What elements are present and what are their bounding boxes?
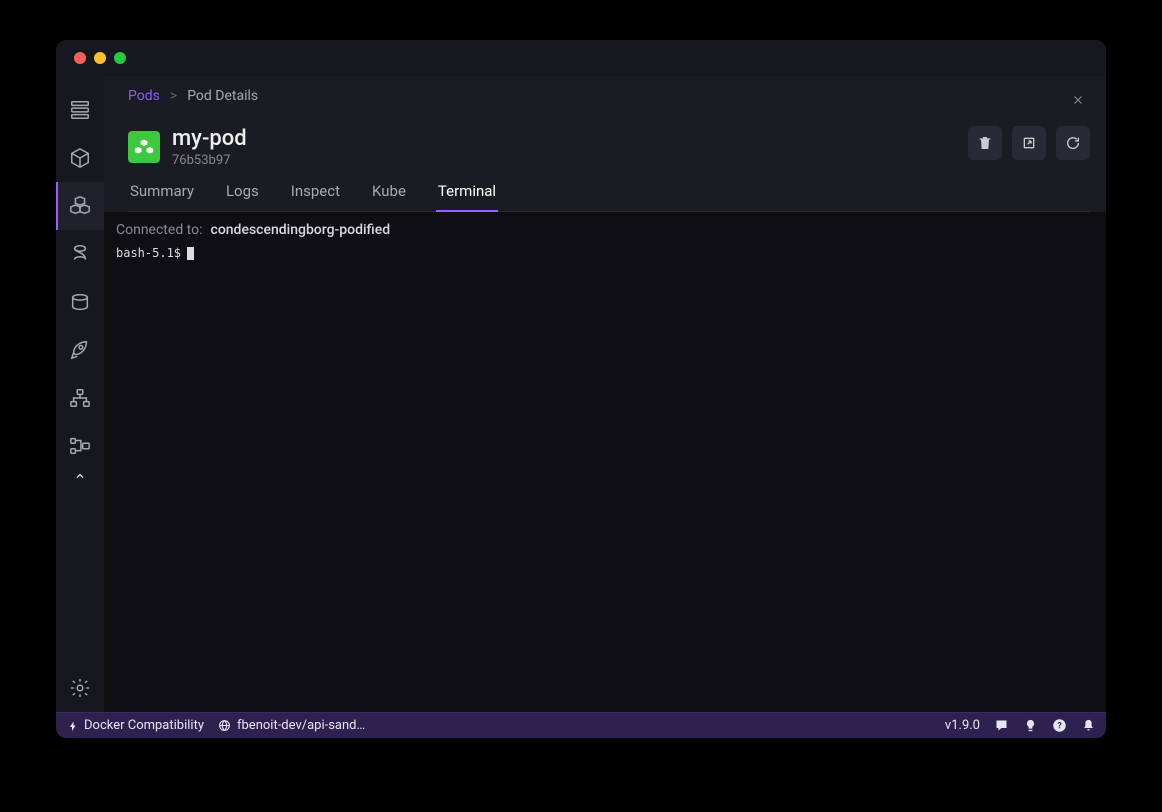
- tab-logs[interactable]: Logs: [224, 182, 261, 212]
- status-bell-icon[interactable]: [1081, 718, 1096, 733]
- sidebar-item-network[interactable]: [56, 374, 104, 422]
- tab-terminal[interactable]: Terminal: [436, 182, 498, 212]
- connected-target: condescendingborg-podified: [211, 222, 391, 238]
- sidebar-item-volumes[interactable]: [56, 278, 104, 326]
- terminal-connection-status: Connected to: condescendingborg-podified: [116, 222, 1094, 238]
- sidebar-item-images[interactable]: [56, 230, 104, 278]
- breadcrumb-current: Pod Details: [187, 88, 258, 104]
- breadcrumb: Pods > Pod Details: [128, 88, 258, 104]
- popout-button[interactable]: [1012, 126, 1046, 160]
- sidebar-item-deploy[interactable]: [56, 326, 104, 374]
- close-panel-button[interactable]: [1066, 88, 1090, 112]
- sidebar-item-settings[interactable]: [56, 664, 104, 712]
- sidebar-item-pods[interactable]: [56, 182, 104, 230]
- tab-bar: Summary Logs Inspect Kube Terminal: [128, 182, 1090, 212]
- svg-text:?: ?: [1057, 722, 1062, 732]
- tab-summary[interactable]: Summary: [128, 182, 196, 212]
- page-title: my-pod: [172, 126, 247, 151]
- terminal-panel[interactable]: Connected to: condescendingborg-podified…: [104, 212, 1106, 712]
- breadcrumb-root-link[interactable]: Pods: [128, 88, 160, 104]
- action-buttons: [968, 126, 1090, 160]
- status-bulb-icon[interactable]: [1023, 718, 1038, 733]
- terminal-prompt: bash-5.1$: [116, 246, 181, 260]
- status-help-icon[interactable]: ?: [1052, 718, 1067, 733]
- sidebar-item-containers[interactable]: [56, 134, 104, 182]
- status-version: v1.9.0: [945, 718, 980, 733]
- delete-button[interactable]: [968, 126, 1002, 160]
- breadcrumb-separator: >: [170, 88, 177, 104]
- tab-kube[interactable]: Kube: [370, 182, 408, 212]
- pod-hash: 76b53b97: [172, 153, 247, 168]
- refresh-button[interactable]: [1056, 126, 1090, 160]
- window-zoom-button[interactable]: [114, 52, 126, 64]
- main-content: Pods > Pod Details my-pod: [104, 76, 1106, 712]
- window-minimize-button[interactable]: [94, 52, 106, 64]
- sidebar-item-resources[interactable]: [56, 422, 104, 470]
- status-chat-icon[interactable]: [994, 718, 1009, 733]
- status-context[interactable]: fbenoit-dev/api-sand…: [218, 718, 365, 733]
- connected-label: Connected to:: [116, 222, 203, 238]
- pod-status-icon: [128, 131, 160, 163]
- sidebar: [56, 76, 104, 712]
- page-header: Pods > Pod Details my-pod: [104, 76, 1106, 212]
- terminal-prompt-line[interactable]: bash-5.1$: [116, 246, 1094, 260]
- window-close-button[interactable]: [74, 52, 86, 64]
- titlebar: [56, 40, 1106, 76]
- tab-inspect[interactable]: Inspect: [289, 182, 342, 212]
- status-docker-compat[interactable]: Docker Compatibility: [66, 718, 204, 733]
- terminal-cursor: [187, 247, 194, 260]
- app-window: Pods > Pod Details my-pod: [56, 40, 1106, 738]
- status-bar: Docker Compatibility fbenoit-dev/api-san…: [56, 712, 1106, 738]
- sidebar-item-dashboard[interactable]: [56, 86, 104, 134]
